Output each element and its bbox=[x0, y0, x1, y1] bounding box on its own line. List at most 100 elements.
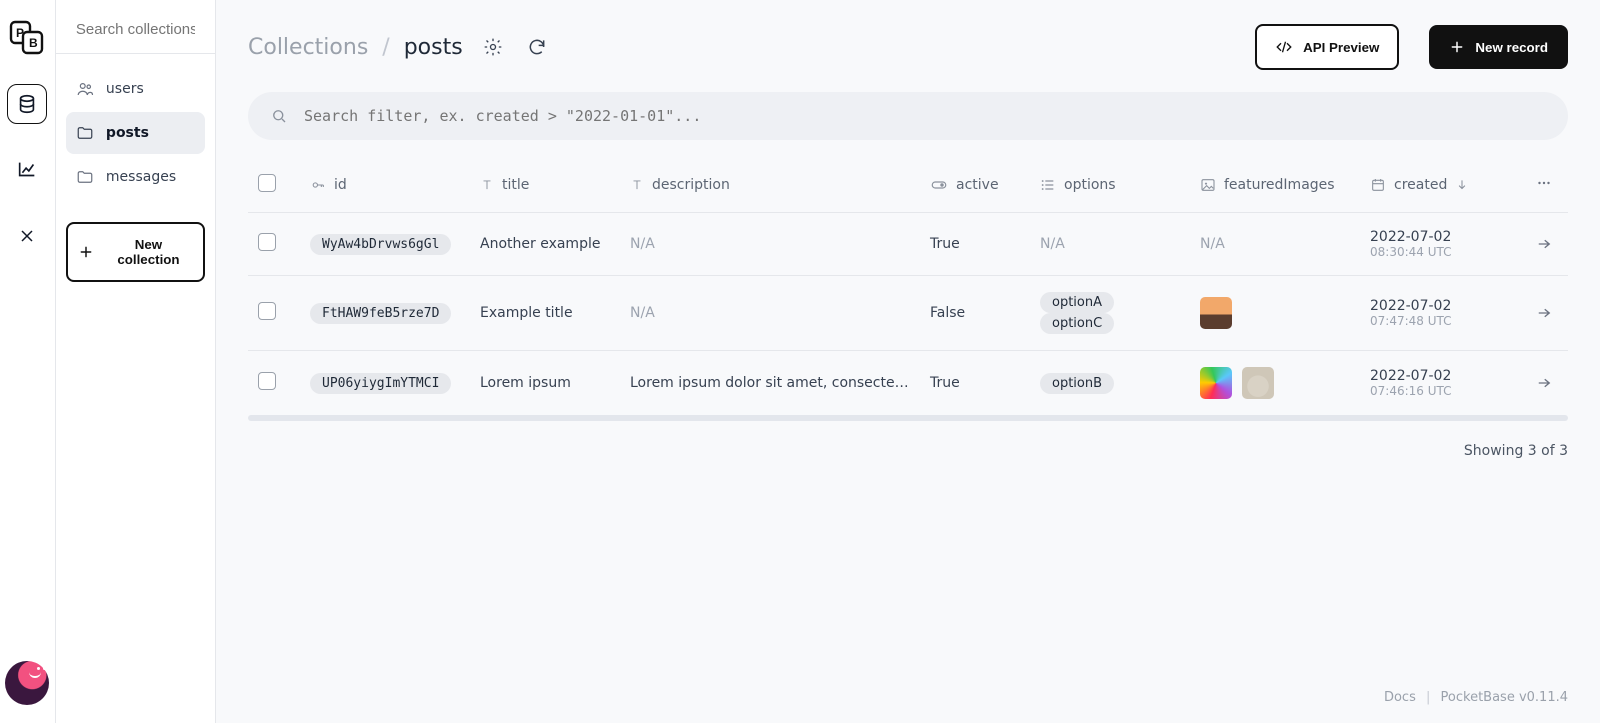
text-icon bbox=[480, 178, 494, 192]
column-header-description[interactable]: description bbox=[620, 158, 920, 213]
row-checkbox[interactable] bbox=[258, 302, 276, 320]
image-thumbnail bbox=[1200, 297, 1232, 329]
cell-created: 2022-07-0207:46:16 UTC bbox=[1370, 368, 1510, 398]
column-header-featured[interactable]: featuredImages bbox=[1190, 158, 1360, 213]
chart-line-icon bbox=[16, 159, 38, 181]
filter-bar bbox=[248, 92, 1568, 140]
cell-title: Another example bbox=[470, 213, 620, 275]
plus-icon bbox=[78, 244, 94, 260]
cell-featured bbox=[1200, 297, 1350, 329]
column-header-active[interactable]: active bbox=[920, 158, 1030, 213]
table-row[interactable]: FtHAW9feB5rze7D Example title N/A False opti… bbox=[248, 275, 1568, 350]
svg-text:P: P bbox=[16, 26, 24, 40]
table-row[interactable]: WyAw4bDrvws6gGl Another example N/A True N/A… bbox=[248, 213, 1568, 275]
sidebar-item-label: users bbox=[106, 81, 144, 97]
image-icon bbox=[1200, 177, 1216, 193]
cell-featured bbox=[1200, 367, 1350, 399]
arrow-right-icon bbox=[1535, 304, 1553, 322]
docs-link[interactable]: Docs bbox=[1384, 690, 1416, 705]
cell-featured: N/A bbox=[1200, 236, 1225, 252]
showing-count: Showing 3 of 3 bbox=[216, 421, 1600, 467]
svg-text:B: B bbox=[29, 36, 38, 50]
cell-created: 2022-07-0207:47:48 UTC bbox=[1370, 298, 1510, 328]
version-label: PocketBase v0.11.4 bbox=[1441, 690, 1568, 705]
gear-icon bbox=[483, 37, 503, 57]
sort-desc-icon bbox=[1455, 178, 1469, 192]
cell-description: N/A bbox=[630, 305, 655, 321]
open-record-button[interactable] bbox=[1530, 374, 1558, 392]
new-collection-label: New collection bbox=[104, 237, 193, 267]
nav-logs[interactable] bbox=[7, 150, 47, 190]
api-preview-button[interactable]: API Preview bbox=[1255, 24, 1399, 70]
sidebar-item-posts[interactable]: posts bbox=[66, 112, 205, 154]
option-tag: optionC bbox=[1040, 313, 1114, 334]
table-row[interactable]: UP06yiygImYTMCI Lorem ipsum Lorem ipsum do… bbox=[248, 350, 1568, 415]
cell-active: True bbox=[920, 213, 1030, 275]
sidebar-item-messages[interactable]: messages bbox=[66, 156, 205, 198]
column-menu-button[interactable] bbox=[1520, 158, 1568, 213]
column-header-title[interactable]: title bbox=[470, 158, 620, 213]
nav-collections[interactable] bbox=[7, 84, 47, 124]
filter-input[interactable] bbox=[302, 106, 1546, 126]
select-all-checkbox[interactable] bbox=[258, 174, 276, 192]
arrow-right-icon bbox=[1535, 374, 1553, 392]
app-logo: PB bbox=[7, 18, 47, 58]
image-thumbnail bbox=[1200, 367, 1232, 399]
breadcrumb-root: Collections bbox=[248, 35, 368, 60]
folder-icon bbox=[76, 124, 94, 142]
image-thumbnail bbox=[1242, 367, 1274, 399]
sidebar-item-users[interactable]: users bbox=[66, 68, 205, 110]
cell-created: 2022-07-0208:30:44 UTC bbox=[1370, 229, 1510, 259]
row-checkbox[interactable] bbox=[258, 372, 276, 390]
records-table: id title description active options feat… bbox=[248, 158, 1568, 415]
user-avatar[interactable] bbox=[5, 661, 49, 705]
open-record-button[interactable] bbox=[1530, 235, 1558, 253]
nav-settings[interactable] bbox=[7, 216, 47, 256]
cell-description: Lorem ipsum dolor sit amet, consectetur … bbox=[630, 375, 910, 391]
row-checkbox[interactable] bbox=[258, 233, 276, 251]
record-id: FtHAW9feB5rze7D bbox=[310, 303, 451, 324]
collections-sidebar: users posts messages New collection bbox=[56, 0, 216, 723]
text-icon bbox=[630, 178, 644, 192]
open-record-button[interactable] bbox=[1530, 304, 1558, 322]
folder-icon bbox=[76, 168, 94, 186]
option-tag: optionA bbox=[1040, 292, 1114, 313]
code-icon bbox=[1275, 38, 1293, 56]
column-header-created[interactable]: created bbox=[1360, 158, 1520, 213]
column-header-id[interactable]: id bbox=[300, 158, 470, 213]
api-preview-label: API Preview bbox=[1303, 40, 1379, 55]
toggle-icon bbox=[930, 176, 948, 194]
record-id: WyAw4bDrvws6gGl bbox=[310, 234, 451, 255]
arrow-right-icon bbox=[1535, 235, 1553, 253]
main-panel: Collections / posts API Preview New reco… bbox=[216, 0, 1600, 723]
cell-options: N/A bbox=[1040, 236, 1065, 252]
database-icon bbox=[16, 93, 38, 115]
calendar-icon bbox=[1370, 177, 1386, 193]
footer: Docs | PocketBase v0.11.4 bbox=[216, 676, 1600, 723]
sidebar-item-label: posts bbox=[106, 125, 149, 141]
breadcrumb-leaf: posts bbox=[404, 35, 463, 60]
search-icon bbox=[270, 107, 288, 125]
cell-title: Lorem ipsum bbox=[470, 350, 620, 415]
plus-icon bbox=[1449, 39, 1465, 55]
collection-settings-button[interactable] bbox=[479, 33, 507, 61]
column-header-options[interactable]: options bbox=[1030, 158, 1190, 213]
new-record-button[interactable]: New record bbox=[1429, 25, 1568, 69]
refresh-icon bbox=[527, 37, 547, 57]
refresh-button[interactable] bbox=[523, 33, 551, 61]
collections-search-input[interactable] bbox=[74, 20, 197, 39]
option-tag: optionB bbox=[1040, 373, 1114, 394]
cell-description: N/A bbox=[630, 236, 655, 252]
list-icon bbox=[1040, 177, 1056, 193]
breadcrumb-separator: / bbox=[382, 35, 389, 60]
key-icon bbox=[310, 177, 326, 193]
dots-icon bbox=[1535, 174, 1553, 192]
app-rail: PB bbox=[0, 0, 56, 723]
people-icon bbox=[76, 80, 94, 98]
cell-title: Example title bbox=[470, 275, 620, 350]
breadcrumb: Collections / posts bbox=[248, 35, 463, 60]
record-id: UP06yiygImYTMCI bbox=[310, 373, 451, 394]
sidebar-item-label: messages bbox=[106, 169, 176, 185]
cell-active: False bbox=[920, 275, 1030, 350]
new-collection-button[interactable]: New collection bbox=[66, 222, 205, 282]
